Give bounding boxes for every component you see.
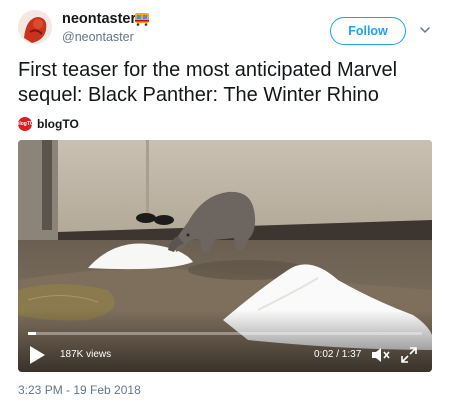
- chevron-down-icon[interactable]: [419, 24, 431, 36]
- display-name[interactable]: neontaster: [62, 11, 136, 27]
- volume-muted-icon[interactable]: [370, 346, 390, 364]
- source-attribution[interactable]: blogTO blogTO: [16, 116, 79, 132]
- avatar-icon: [18, 10, 52, 44]
- video-frame: [18, 140, 432, 372]
- source-name[interactable]: blogTO: [37, 117, 79, 131]
- progress-bar[interactable]: [28, 332, 422, 335]
- handle[interactable]: @neontaster: [62, 30, 134, 44]
- blogto-logo-icon: blogTO: [16, 117, 34, 131]
- tweet-timestamp[interactable]: 3:23 PM - 19 Feb 2018: [18, 383, 141, 397]
- progress-fill: [28, 332, 36, 335]
- follow-button[interactable]: Follow: [330, 17, 406, 45]
- timecode: 0:02 / 1:37: [314, 349, 362, 360]
- tram-icon: [135, 13, 149, 26]
- fullscreen-icon[interactable]: [400, 346, 418, 364]
- avatar[interactable]: [18, 10, 52, 44]
- tweet-text: First teaser for the most anticipated Ma…: [18, 59, 398, 106]
- video-player[interactable]: 187K views 0:02 / 1:37: [18, 140, 432, 372]
- play-icon[interactable]: [28, 345, 46, 365]
- view-count: 187K views: [60, 349, 112, 360]
